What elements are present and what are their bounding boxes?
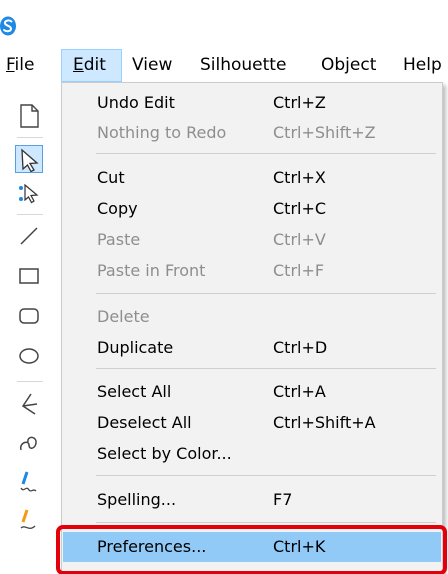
menu-item-redo[interactable]: Nothing to Redo Ctrl+Shift+Z	[63, 118, 441, 148]
freehand-draw-icon[interactable]	[15, 468, 43, 496]
menu-item-select-by-color[interactable]: Select by Color...	[63, 439, 441, 469]
menu-item-duplicate[interactable]: Duplicate Ctrl+D	[63, 333, 441, 363]
menu-item-select-all[interactable]: Select All Ctrl+A	[63, 377, 441, 407]
toolbar-divider	[17, 214, 43, 215]
menu-item-spelling[interactable]: Spelling... F7	[63, 485, 441, 515]
menu-separator	[96, 368, 436, 369]
menu-item-delete[interactable]: Delete	[63, 302, 441, 332]
menu-item-deselect-all[interactable]: Deselect All Ctrl+Shift+A	[63, 408, 441, 438]
menu-separator	[96, 475, 436, 476]
point-edit-icon[interactable]	[15, 179, 43, 207]
menu-item-paste-in-front[interactable]: Paste in Front Ctrl+F	[63, 256, 441, 286]
new-document-icon[interactable]	[15, 102, 43, 130]
menu-help[interactable]: Help	[403, 49, 442, 82]
line-icon[interactable]	[15, 222, 43, 250]
toolbar-divider	[17, 381, 43, 382]
select-arrow-icon[interactable]	[15, 145, 43, 173]
ellipse-icon[interactable]	[15, 342, 43, 370]
toolbar-divider	[17, 137, 43, 138]
menu-item-paste[interactable]: Paste Ctrl+V	[63, 225, 441, 255]
rounded-rectangle-icon[interactable]	[15, 302, 43, 330]
tool-panel	[0, 88, 62, 574]
edit-menu-dropdown: Undo Edit Ctrl+Z Nothing to Redo Ctrl+Sh…	[61, 82, 443, 574]
smooth-freehand-icon[interactable]	[15, 506, 43, 534]
polygon-icon[interactable]	[15, 390, 43, 418]
menu-separator	[96, 293, 436, 294]
menu-separator	[96, 153, 436, 154]
menu-bar: File Edit View Silhouette Object Help	[0, 49, 448, 82]
menu-silhouette[interactable]: Silhouette	[200, 49, 286, 82]
menu-item-cut[interactable]: Cut Ctrl+X	[63, 163, 441, 193]
rectangle-icon[interactable]	[15, 262, 43, 290]
menu-view[interactable]: View	[132, 49, 172, 82]
menu-object[interactable]: Object	[321, 49, 376, 82]
silhouette-logo-icon	[0, 16, 16, 36]
preferences-highlight-box	[56, 525, 447, 574]
menu-file[interactable]: File	[6, 49, 34, 82]
menu-edit[interactable]: Edit	[61, 49, 122, 82]
menu-item-undo-edit[interactable]: Undo Edit Ctrl+Z	[63, 88, 441, 118]
curve-icon[interactable]	[15, 428, 43, 456]
menu-separator	[96, 522, 436, 523]
menu-item-copy[interactable]: Copy Ctrl+C	[63, 194, 441, 224]
